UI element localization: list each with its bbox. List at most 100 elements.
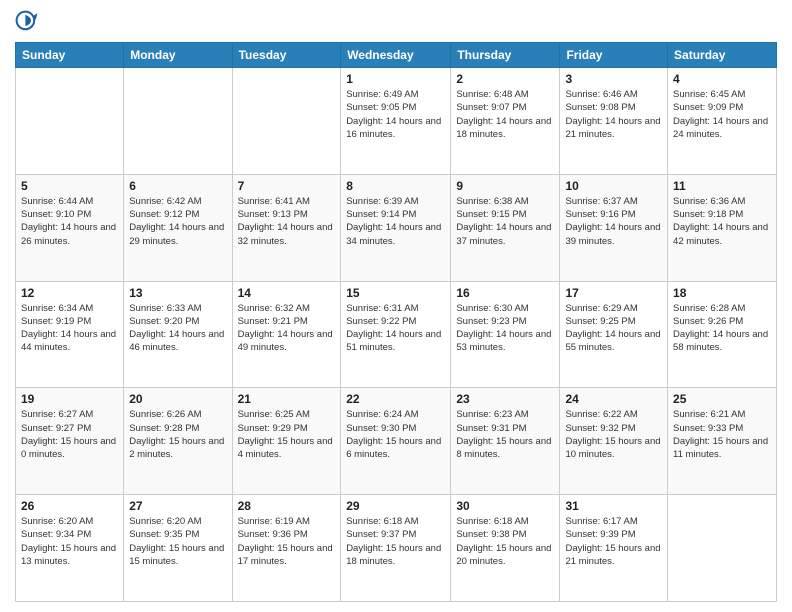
day-info: Sunrise: 6:20 AMSunset: 9:35 PMDaylight:… <box>129 515 226 568</box>
calendar-cell: 2 Sunrise: 6:48 AMSunset: 9:07 PMDaylight… <box>451 68 560 175</box>
day-info: Sunrise: 6:42 AMSunset: 9:12 PMDaylight:… <box>129 195 226 248</box>
day-number: 4 <box>673 72 771 86</box>
day-of-week-header: Saturday <box>668 43 777 68</box>
day-number: 28 <box>238 499 336 513</box>
calendar-cell: 7Sunrise: 6:41 AMSunset: 9:13 PMDaylight… <box>232 174 341 281</box>
day-number: 15 <box>346 286 445 300</box>
day-number: 22 <box>346 392 445 406</box>
day-info: Sunrise: 6:31 AMSunset: 9:22 PMDaylight:… <box>346 302 445 355</box>
calendar-cell: 5 Sunrise: 6:44 AMSunset: 9:10 PMDaylight… <box>16 174 124 281</box>
day-number: 18 <box>673 286 771 300</box>
day-info: Sunrise: 6:27 AMSunset: 9:27 PMDaylight:… <box>21 408 118 461</box>
day-number: 7 <box>238 179 336 193</box>
logo-icon <box>15 10 39 34</box>
calendar-cell: 31 Sunrise: 6:17 AMSunset: 9:39 PMDayligh… <box>560 495 668 602</box>
day-info: Sunrise: 6:28 AMSunset: 9:26 PMDaylight:… <box>673 302 771 355</box>
calendar-cell: 23 Sunrise: 6:23 AMSunset: 9:31 PMDayligh… <box>451 388 560 495</box>
calendar-cell: 1 Sunrise: 6:49 AMSunset: 9:05 PMDaylight… <box>341 68 451 175</box>
day-info: Sunrise: 6:29 AMSunset: 9:25 PMDaylight:… <box>565 302 662 355</box>
day-number: 30 <box>456 499 554 513</box>
day-of-week-header: Monday <box>124 43 232 68</box>
calendar-cell: 14Sunrise: 6:32 AMSunset: 9:21 PMDayligh… <box>232 281 341 388</box>
day-info: Sunrise: 6:36 AMSunset: 9:18 PMDaylight:… <box>673 195 771 248</box>
day-number: 1 <box>346 72 445 86</box>
page-header <box>15 10 777 34</box>
day-info: Sunrise: 6:18 AMSunset: 9:38 PMDaylight:… <box>456 515 554 568</box>
calendar-cell: 22 Sunrise: 6:24 AMSunset: 9:30 PMDayligh… <box>341 388 451 495</box>
calendar-cell: 4 Sunrise: 6:45 AMSunset: 9:09 PMDaylight… <box>668 68 777 175</box>
day-info: Sunrise: 6:49 AMSunset: 9:05 PMDaylight:… <box>346 88 445 141</box>
day-number: 5 <box>21 179 118 193</box>
calendar-week-row: 1 Sunrise: 6:49 AMSunset: 9:05 PMDaylight… <box>16 68 777 175</box>
day-number: 3 <box>565 72 662 86</box>
day-number: 10 <box>565 179 662 193</box>
day-number: 31 <box>565 499 662 513</box>
calendar-cell: 24Sunrise: 6:22 AMSunset: 9:32 PMDayligh… <box>560 388 668 495</box>
day-number: 12 <box>21 286 118 300</box>
calendar-page: SundayMondayTuesdayWednesdayThursdayFrid… <box>0 0 792 612</box>
day-info: Sunrise: 6:44 AMSunset: 9:10 PMDaylight:… <box>21 195 118 248</box>
day-info: Sunrise: 6:33 AMSunset: 9:20 PMDaylight:… <box>129 302 226 355</box>
calendar-cell: 15 Sunrise: 6:31 AMSunset: 9:22 PMDayligh… <box>341 281 451 388</box>
day-info: Sunrise: 6:46 AMSunset: 9:08 PMDaylight:… <box>565 88 662 141</box>
calendar-cell: 17 Sunrise: 6:29 AMSunset: 9:25 PMDayligh… <box>560 281 668 388</box>
day-info: Sunrise: 6:17 AMSunset: 9:39 PMDaylight:… <box>565 515 662 568</box>
day-info: Sunrise: 6:19 AMSunset: 9:36 PMDaylight:… <box>238 515 336 568</box>
calendar-cell: 21 Sunrise: 6:25 AMSunset: 9:29 PMDayligh… <box>232 388 341 495</box>
calendar-body: 1 Sunrise: 6:49 AMSunset: 9:05 PMDaylight… <box>16 68 777 602</box>
calendar-week-row: 12 Sunrise: 6:34 AMSunset: 9:19 PMDayligh… <box>16 281 777 388</box>
day-of-week-header: Sunday <box>16 43 124 68</box>
day-info: Sunrise: 6:37 AMSunset: 9:16 PMDaylight:… <box>565 195 662 248</box>
calendar-cell: 13 Sunrise: 6:33 AMSunset: 9:20 PMDayligh… <box>124 281 232 388</box>
calendar-cell: 18 Sunrise: 6:28 AMSunset: 9:26 PMDayligh… <box>668 281 777 388</box>
day-of-week-header: Friday <box>560 43 668 68</box>
day-info: Sunrise: 6:26 AMSunset: 9:28 PMDaylight:… <box>129 408 226 461</box>
day-number: 6 <box>129 179 226 193</box>
day-info: Sunrise: 6:25 AMSunset: 9:29 PMDaylight:… <box>238 408 336 461</box>
day-info: Sunrise: 6:24 AMSunset: 9:30 PMDaylight:… <box>346 408 445 461</box>
day-info: Sunrise: 6:45 AMSunset: 9:09 PMDaylight:… <box>673 88 771 141</box>
day-info: Sunrise: 6:21 AMSunset: 9:33 PMDaylight:… <box>673 408 771 461</box>
calendar-week-row: 5 Sunrise: 6:44 AMSunset: 9:10 PMDaylight… <box>16 174 777 281</box>
day-number: 8 <box>346 179 445 193</box>
day-number: 13 <box>129 286 226 300</box>
day-info: Sunrise: 6:48 AMSunset: 9:07 PMDaylight:… <box>456 88 554 141</box>
day-info: Sunrise: 6:23 AMSunset: 9:31 PMDaylight:… <box>456 408 554 461</box>
day-of-week-header: Thursday <box>451 43 560 68</box>
calendar-cell: 19Sunrise: 6:27 AMSunset: 9:27 PMDayligh… <box>16 388 124 495</box>
calendar-cell: 9 Sunrise: 6:38 AMSunset: 9:15 PMDaylight… <box>451 174 560 281</box>
calendar-cell <box>232 68 341 175</box>
calendar-cell: 27 Sunrise: 6:20 AMSunset: 9:35 PMDayligh… <box>124 495 232 602</box>
calendar-cell: 30 Sunrise: 6:18 AMSunset: 9:38 PMDayligh… <box>451 495 560 602</box>
day-info: Sunrise: 6:18 AMSunset: 9:37 PMDaylight:… <box>346 515 445 568</box>
day-number: 17 <box>565 286 662 300</box>
day-number: 23 <box>456 392 554 406</box>
calendar-cell: 12 Sunrise: 6:34 AMSunset: 9:19 PMDayligh… <box>16 281 124 388</box>
day-number: 27 <box>129 499 226 513</box>
calendar-cell: 20 Sunrise: 6:26 AMSunset: 9:28 PMDayligh… <box>124 388 232 495</box>
day-number: 14 <box>238 286 336 300</box>
day-info: Sunrise: 6:34 AMSunset: 9:19 PMDaylight:… <box>21 302 118 355</box>
calendar-cell: 26Sunrise: 6:20 AMSunset: 9:34 PMDayligh… <box>16 495 124 602</box>
day-info: Sunrise: 6:20 AMSunset: 9:34 PMDaylight:… <box>21 515 118 568</box>
calendar-cell: 10 Sunrise: 6:37 AMSunset: 9:16 PMDayligh… <box>560 174 668 281</box>
day-info: Sunrise: 6:22 AMSunset: 9:32 PMDaylight:… <box>565 408 662 461</box>
calendar-table: SundayMondayTuesdayWednesdayThursdayFrid… <box>15 42 777 602</box>
day-info: Sunrise: 6:38 AMSunset: 9:15 PMDaylight:… <box>456 195 554 248</box>
day-number: 20 <box>129 392 226 406</box>
calendar-cell: 8Sunrise: 6:39 AMSunset: 9:14 PMDaylight… <box>341 174 451 281</box>
day-info: Sunrise: 6:30 AMSunset: 9:23 PMDaylight:… <box>456 302 554 355</box>
day-number: 2 <box>456 72 554 86</box>
calendar-cell: 3 Sunrise: 6:46 AMSunset: 9:08 PMDaylight… <box>560 68 668 175</box>
day-number: 21 <box>238 392 336 406</box>
day-number: 29 <box>346 499 445 513</box>
calendar-cell: 11Sunrise: 6:36 AMSunset: 9:18 PMDayligh… <box>668 174 777 281</box>
calendar-cell: 25 Sunrise: 6:21 AMSunset: 9:33 PMDayligh… <box>668 388 777 495</box>
calendar-cell <box>668 495 777 602</box>
day-of-week-header: Tuesday <box>232 43 341 68</box>
day-number: 9 <box>456 179 554 193</box>
day-number: 25 <box>673 392 771 406</box>
calendar-week-row: 26Sunrise: 6:20 AMSunset: 9:34 PMDayligh… <box>16 495 777 602</box>
calendar-cell: 16Sunrise: 6:30 AMSunset: 9:23 PMDayligh… <box>451 281 560 388</box>
calendar-cell <box>124 68 232 175</box>
